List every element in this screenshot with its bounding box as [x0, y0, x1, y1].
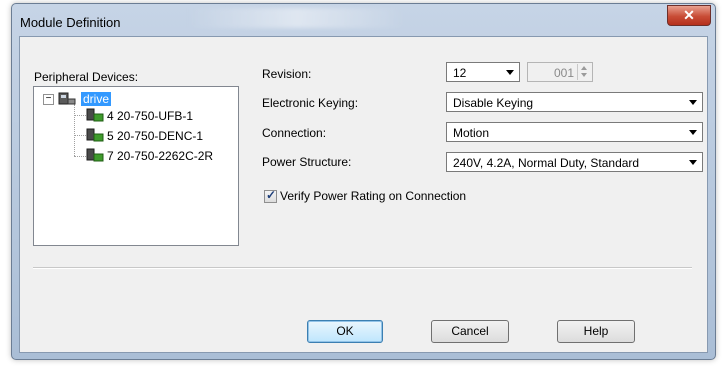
peripheral-devices-tree[interactable]: − drive 4 20-750-UFB-1 5 20-750-DENC-1 7… [33, 86, 239, 246]
title-bar: Module Definition ✕ [12, 4, 715, 36]
chevron-down-icon [689, 100, 697, 105]
tree-connector [74, 104, 75, 156]
title-bar-background-blur [187, 8, 407, 28]
revision-label: Revision: [262, 67, 312, 81]
checkmark-icon: ✓ [266, 188, 277, 202]
connection-value: Motion [453, 126, 490, 140]
tree-item-label[interactable]: 7 20-750-2262C-2R [107, 149, 213, 163]
revision-minor-value: 001 [554, 66, 575, 80]
peripheral-module-icon [86, 108, 104, 122]
tree-connector-branch [74, 156, 86, 157]
tree-item-label[interactable]: 5 20-750-DENC-1 [107, 129, 203, 143]
help-button[interactable]: Help [557, 320, 635, 343]
ok-button[interactable]: OK [307, 320, 383, 343]
close-button[interactable]: ✕ [667, 5, 711, 26]
spin-buttons[interactable] [577, 64, 591, 80]
tree-connector-branch [74, 135, 86, 136]
connection-select[interactable]: Motion [446, 122, 703, 142]
peripheral-module-icon [86, 128, 104, 142]
tree-item-label[interactable]: 4 20-750-UFB-1 [107, 109, 193, 123]
tree-connector-branch [74, 115, 86, 116]
peripheral-devices-label: Peripheral Devices: [34, 70, 139, 84]
drive-node-icon [58, 92, 76, 105]
power-structure-value: 240V, 4.2A, Normal Duty, Standard [453, 156, 640, 170]
revision-major-select[interactable]: 12 [446, 62, 520, 82]
electronic-keying-value: Disable Keying [453, 96, 534, 110]
chevron-down-icon [689, 160, 697, 165]
separator [33, 267, 692, 269]
power-structure-label: Power Structure: [262, 155, 352, 169]
chevron-down-icon [506, 70, 514, 75]
peripheral-module-icon [86, 148, 104, 162]
dialog-title: Module Definition [20, 15, 121, 30]
spin-up-icon[interactable] [581, 66, 587, 70]
collapse-icon[interactable]: − [43, 94, 54, 105]
cancel-button[interactable]: Cancel [431, 320, 509, 343]
revision-major-value: 12 [453, 66, 467, 80]
revision-minor-stepper[interactable]: 001 [527, 62, 593, 82]
electronic-keying-label: Electronic Keying: [262, 96, 359, 110]
connection-label: Connection: [262, 126, 327, 140]
spin-down-icon[interactable] [581, 73, 587, 77]
verify-power-rating-label[interactable]: Verify Power Rating on Connection [280, 189, 466, 203]
verify-power-rating-checkbox[interactable]: ✓ [264, 188, 277, 203]
power-structure-select[interactable]: 240V, 4.2A, Normal Duty, Standard [446, 152, 703, 172]
tree-item-drive[interactable]: drive [81, 92, 112, 106]
chevron-down-icon [689, 130, 697, 135]
electronic-keying-select[interactable]: Disable Keying [446, 92, 703, 112]
